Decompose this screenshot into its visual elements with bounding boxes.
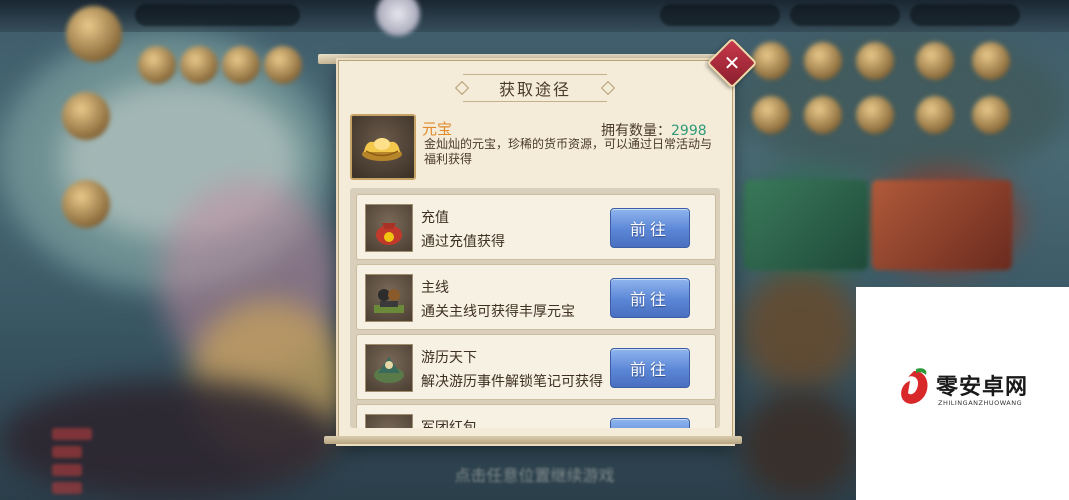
activity-icon (972, 42, 1010, 80)
character-icon (62, 92, 110, 140)
activity-icon (752, 96, 790, 134)
mainline-icon (365, 274, 413, 322)
watermark-title: 零安卓网 (936, 374, 1029, 400)
activity-icon (856, 42, 894, 80)
activity-icon (804, 42, 842, 80)
source-desc: 解决游历事件解锁笔记可获得 (421, 374, 603, 390)
source-desc: 通过充值获得 (421, 234, 505, 250)
event-banner (872, 180, 1012, 270)
activity-icon (972, 96, 1010, 134)
red-packet-icon (365, 414, 413, 428)
item-name: 元宝 (422, 120, 453, 138)
watermark-subtitle: ZHILINGANZHUOWANG (938, 399, 1023, 407)
item-icon-frame (350, 114, 416, 180)
source-row-mainline: 主线 通关主线可获得丰厚元宝 前往 (356, 264, 716, 330)
close-x-icon: ✕ (723, 51, 741, 75)
chat-tag (52, 428, 92, 440)
dialog-bottom-rail (324, 436, 742, 444)
currency-pill (660, 4, 780, 26)
go-button[interactable]: 前往 (610, 278, 690, 318)
character-icon (62, 180, 110, 228)
source-list[interactable]: 充值 通过充值获得 前往 主线 通关主线可获得丰厚元宝 前往 游历天下 解决游历… (350, 188, 720, 428)
activity-icon (916, 42, 954, 80)
activity-icon (264, 46, 302, 84)
activity-icon (222, 46, 260, 84)
site-watermark: 零安卓网 ZHILINGANZHUOWANG (856, 287, 1069, 500)
chat-tag (52, 446, 82, 458)
currency-pill (910, 4, 1020, 26)
player-avatar (66, 6, 122, 62)
go-button[interactable]: 前往 (610, 208, 690, 248)
go-button[interactable]: 前往 (610, 418, 690, 428)
watermark-logo-icon (901, 368, 928, 404)
activity-icon (856, 96, 894, 134)
gold-ingot-icon (362, 138, 402, 161)
source-title: 充值 (421, 210, 449, 226)
travel-icon (365, 344, 413, 392)
source-title: 游历天下 (421, 350, 477, 366)
go-button[interactable]: 前往 (610, 348, 690, 388)
event-banner (744, 180, 868, 270)
dialog-title: 获取途径 (498, 80, 571, 99)
activity-icon (752, 42, 790, 80)
activity-icon (180, 46, 218, 84)
money-bag-icon (365, 204, 413, 252)
activity-icon (804, 96, 842, 134)
currency-pill (790, 4, 900, 26)
player-info-pill (135, 4, 300, 26)
source-row-recharge: 充值 通过充值获得 前往 (356, 194, 716, 260)
source-desc: 通关主线可获得丰厚元宝 (421, 304, 575, 320)
source-row-travel: 游历天下 解决游历事件解锁笔记可获得 前往 (356, 334, 716, 400)
activity-icon (916, 96, 954, 134)
dialog-title-frame: 获取途径 (463, 74, 607, 102)
source-title: 主线 (421, 280, 449, 296)
item-description: 金灿灿的元宝，珍稀的货币资源，可以通过日常活动与福利获得 (424, 137, 713, 166)
source-row-legion-red-packet: 军团红包 前往 (356, 404, 716, 428)
source-title: 军团红包 (421, 420, 477, 428)
activity-icon (138, 46, 176, 84)
